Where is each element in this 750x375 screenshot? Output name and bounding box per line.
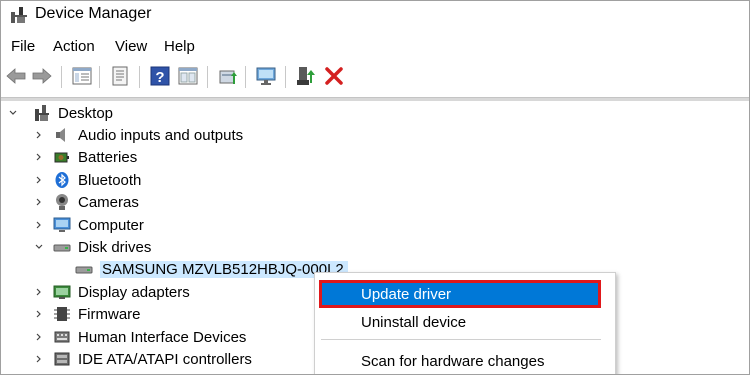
context-menu: Update driver Uninstall device Scan for …	[314, 272, 616, 374]
properties-pane-icon[interactable]	[71, 65, 93, 87]
context-scan-hardware[interactable]: Scan for hardware changes	[321, 349, 599, 373]
tree-item-batteries[interactable]: Batteries	[33, 146, 137, 168]
tree-item-label: Batteries	[78, 148, 138, 166]
disk-drive-icon	[53, 244, 71, 252]
tree-item-cameras[interactable]: Cameras	[33, 191, 139, 213]
toolbar-divider	[1, 97, 749, 101]
scan-monitor-icon[interactable]	[255, 65, 277, 87]
tree-root-desktop[interactable]: Desktop	[7, 102, 113, 124]
enable-device-icon[interactable]	[295, 65, 317, 87]
uninstall-x-icon[interactable]	[323, 65, 345, 87]
context-update-driver[interactable]: Update driver	[319, 280, 601, 308]
tree-item-label: Computer	[78, 216, 144, 234]
svg-text:?: ?	[155, 69, 164, 86]
toolbar: ?	[1, 62, 749, 92]
tree-item-ide-controllers[interactable]: IDE ATA/ATAPI controllers	[33, 348, 252, 370]
toolbar-separator	[99, 66, 100, 88]
toolbar-separator	[285, 66, 286, 88]
device-manager-window: Device Manager File Action View Help ? D…	[0, 0, 750, 375]
tree-item-label: Bluetooth	[78, 171, 142, 189]
chevron-down-icon[interactable]	[7, 107, 19, 119]
tree-item-label: Disk drives	[78, 238, 152, 256]
chevron-right-icon[interactable]	[33, 353, 45, 365]
tree-item-label: Display adapters	[78, 283, 190, 301]
hid-icon	[54, 331, 70, 343]
camera-icon	[56, 194, 68, 210]
toolbar-separator	[207, 66, 208, 88]
tree-item-samsung-drive[interactable]: SAMSUNG MZVLB512HBJQ-000L2	[75, 258, 348, 280]
tree-item-label: Human Interface Devices	[78, 328, 247, 346]
chip-icon	[54, 307, 70, 321]
tree-item-label: SAMSUNG MZVLB512HBJQ-000L2	[100, 260, 348, 278]
disk-drive-icon	[75, 266, 93, 274]
window-title: Device Manager	[35, 5, 152, 22]
chevron-down-icon[interactable]	[33, 241, 45, 253]
help-icon[interactable]: ?	[149, 65, 171, 87]
context-uninstall-device[interactable]: Uninstall device	[321, 310, 599, 334]
menu-view[interactable]: View	[115, 38, 147, 55]
controller-icon	[54, 352, 70, 366]
tree-item-label: Cameras	[78, 193, 139, 211]
chevron-right-icon[interactable]	[33, 151, 45, 163]
chevron-right-icon[interactable]	[33, 174, 45, 186]
toolbar-separator	[139, 66, 140, 88]
chevron-right-icon[interactable]	[33, 129, 45, 141]
device-manager-app-icon	[11, 7, 27, 23]
tree-item-bluetooth[interactable]: Bluetooth	[33, 169, 141, 191]
tree-item-label: Firmware	[78, 305, 141, 323]
toolbar-separator	[245, 66, 246, 88]
chevron-right-icon[interactable]	[33, 196, 45, 208]
tree-item-display-adapters[interactable]: Display adapters	[33, 281, 190, 303]
menu-help[interactable]: Help	[164, 38, 195, 55]
bluetooth-icon	[55, 172, 69, 188]
menu-file[interactable]: File	[11, 38, 35, 55]
tree-item-label: IDE ATA/ATAPI controllers	[78, 350, 252, 368]
tree-item-disk-drives[interactable]: Disk drives	[33, 236, 151, 258]
tree-item-computer[interactable]: Computer	[33, 214, 144, 236]
title-bar: Device Manager	[1, 1, 749, 31]
monitor-icon	[53, 217, 71, 232]
display-adapter-icon	[53, 285, 71, 299]
toolbar-separator	[61, 66, 62, 88]
tree-item-label: Desktop	[58, 104, 114, 122]
chevron-right-icon[interactable]	[33, 331, 45, 343]
computer-tower-icon	[35, 105, 49, 121]
back-arrow-icon[interactable]	[5, 65, 27, 87]
chevron-right-icon[interactable]	[33, 286, 45, 298]
tree-item-audio[interactable]: Audio inputs and outputs	[33, 124, 243, 146]
update-driver-icon[interactable]	[217, 65, 239, 87]
menu-bar: File Action View Help	[1, 34, 749, 60]
forward-arrow-icon[interactable]	[31, 65, 53, 87]
tree-item-firmware[interactable]: Firmware	[33, 303, 141, 325]
menu-action[interactable]: Action	[53, 38, 95, 55]
context-separator	[321, 339, 601, 340]
tree-item-hid[interactable]: Human Interface Devices	[33, 326, 246, 348]
console-view-icon[interactable]	[177, 65, 199, 87]
properties-sheet-icon[interactable]	[109, 65, 131, 87]
chevron-right-icon[interactable]	[33, 219, 45, 231]
battery-icon	[54, 152, 69, 163]
tree-item-label: Audio inputs and outputs	[78, 126, 244, 144]
chevron-right-icon[interactable]	[33, 308, 45, 320]
speaker-icon	[56, 128, 65, 142]
